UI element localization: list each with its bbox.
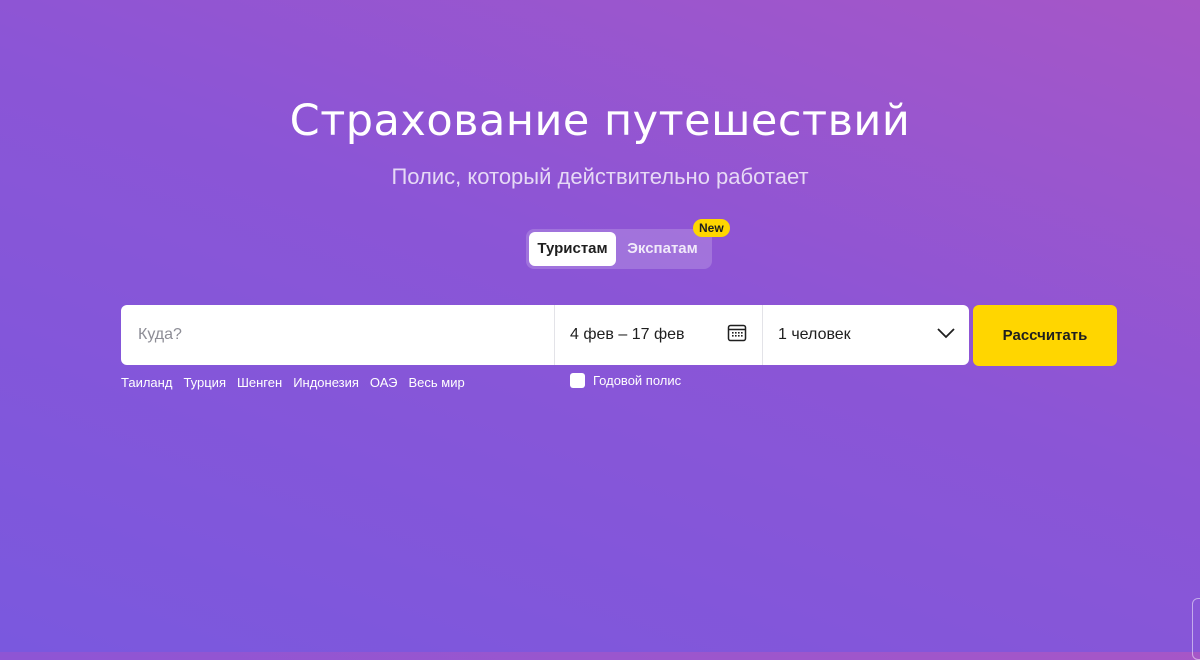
quick-link-schengen[interactable]: Шенген [237, 375, 282, 390]
quick-link-uae[interactable]: ОАЭ [370, 375, 398, 390]
tab-tourists[interactable]: Туристам [529, 232, 616, 266]
calendar-icon [727, 323, 747, 348]
travelers-select[interactable]: 1 человек [763, 305, 969, 365]
dates-value: 4 фев – 17 фев [570, 326, 685, 343]
audience-tabs: Туристам Экспатам [526, 229, 712, 269]
quick-link-indonesia[interactable]: Индонезия [293, 375, 359, 390]
quick-destinations: Таиланд Турция Шенген Индонезия ОАЭ Весь… [121, 375, 465, 390]
quick-link-thailand[interactable]: Таиланд [121, 375, 172, 390]
chevron-down-icon [937, 326, 955, 344]
tab-expats[interactable]: Экспатам [616, 232, 709, 266]
search-form: 4 фев – 17 фев 1 человек [121, 305, 969, 365]
calculate-button[interactable]: Рассчитать [973, 305, 1117, 366]
page-subtitle: Полис, который действительно работает [391, 164, 809, 189]
travelers-value: 1 человек [778, 326, 851, 343]
dates-field[interactable]: 4 фев – 17 фев [555, 305, 763, 365]
destination-field [121, 305, 555, 365]
destination-input[interactable] [136, 325, 540, 345]
annual-policy-label: Годовой полис [593, 373, 682, 388]
annual-policy-option[interactable]: Годовой полис [570, 373, 681, 388]
quick-link-worldwide[interactable]: Весь мир [408, 375, 464, 390]
page-title: Страхование путешествий [289, 96, 911, 146]
new-badge: New [693, 219, 730, 237]
side-widget-tab[interactable] [1192, 598, 1200, 660]
quick-link-turkey[interactable]: Турция [183, 375, 226, 390]
annual-policy-checkbox[interactable] [570, 373, 585, 388]
